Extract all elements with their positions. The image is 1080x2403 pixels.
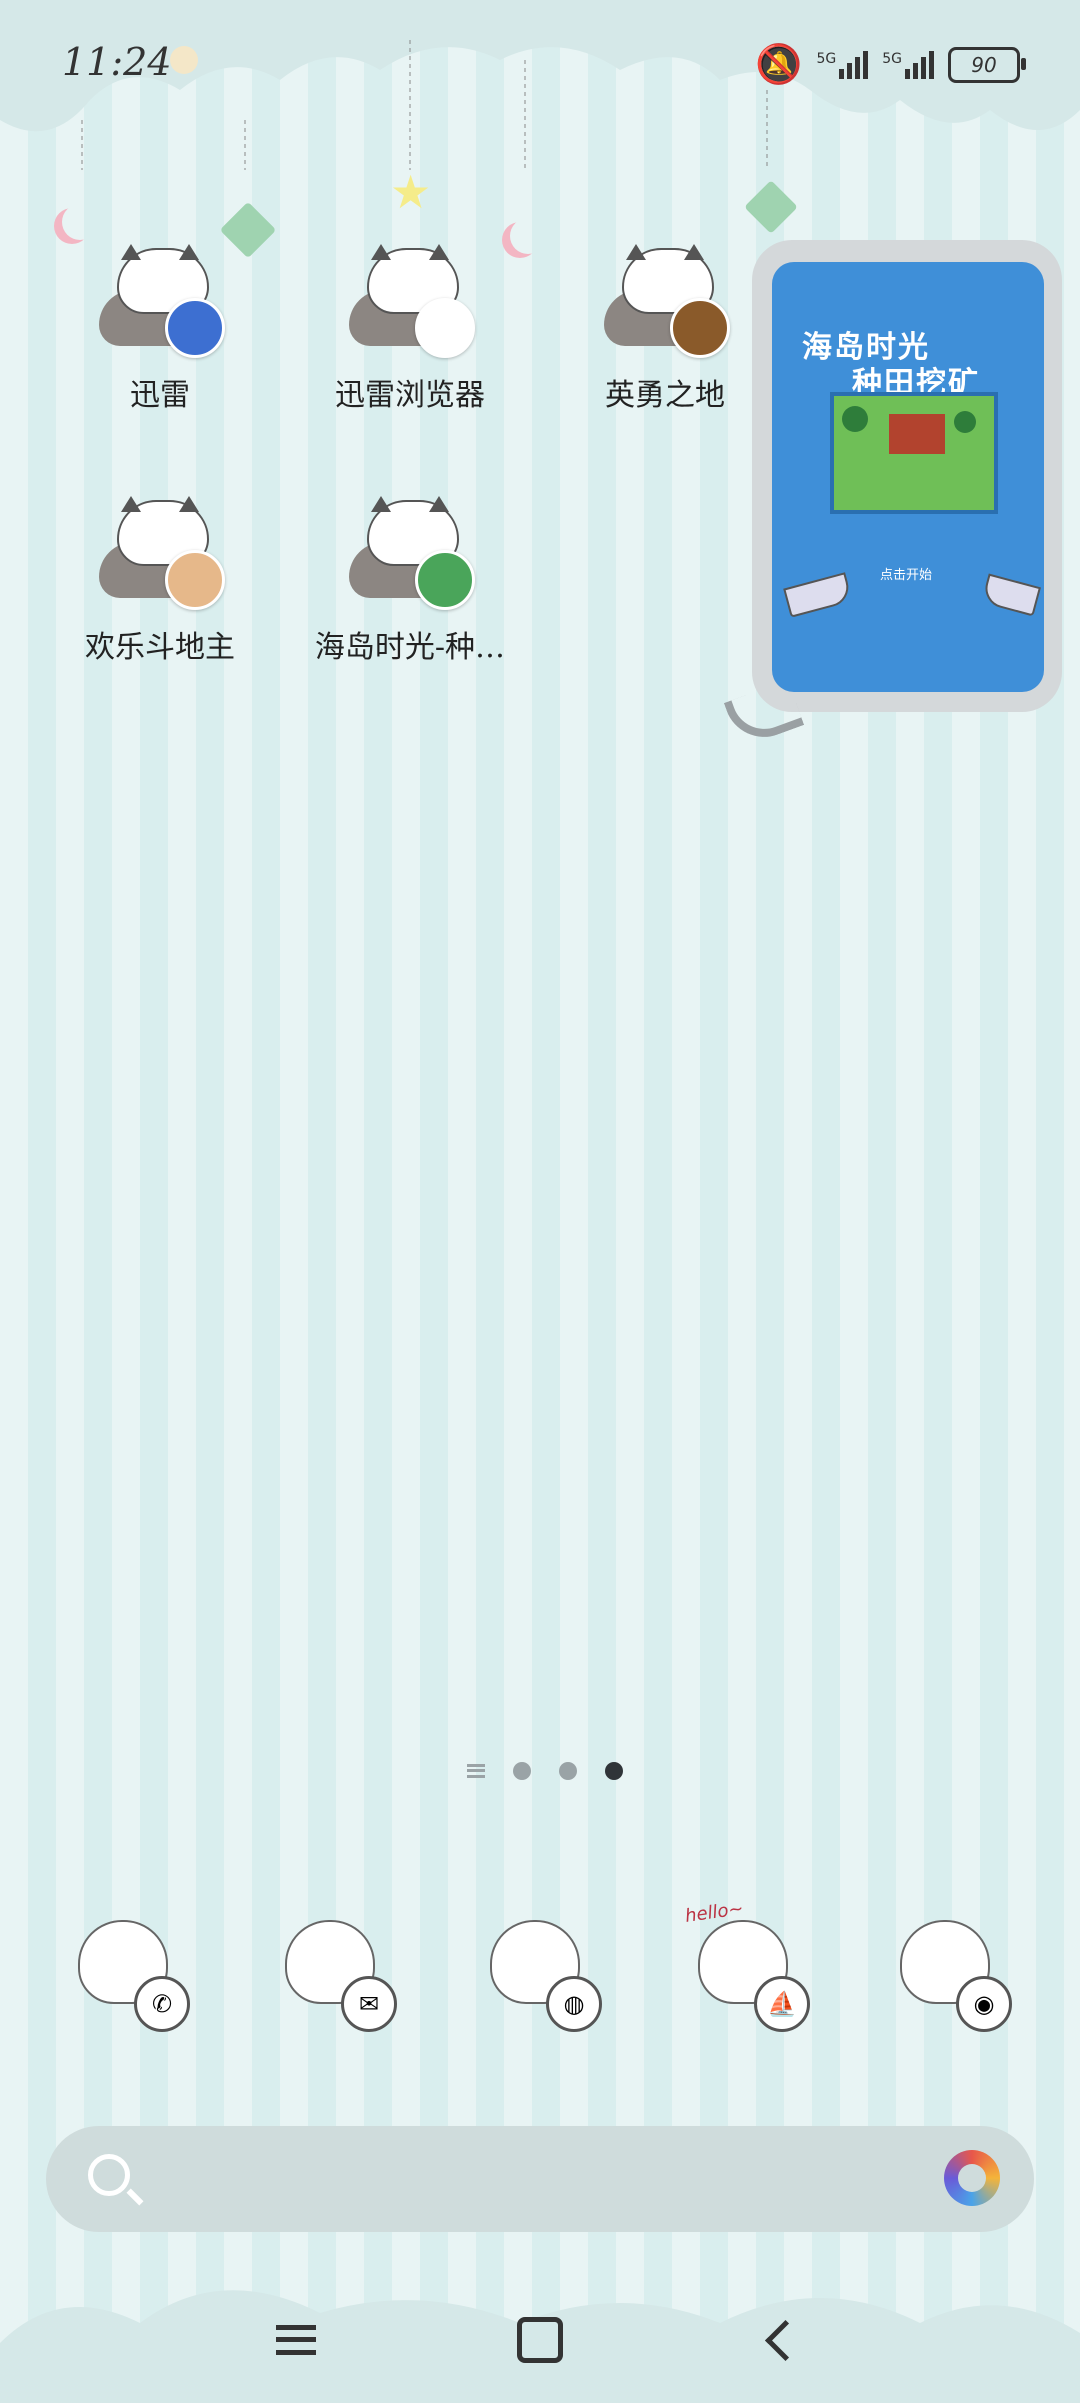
app-label: 迅雷浏览器 [335, 378, 485, 413]
messages-dock-button[interactable]: ✉ [265, 1900, 405, 2040]
boat-icon [981, 573, 1041, 617]
camera-dock-button[interactable]: ◉ [880, 1900, 1020, 2040]
app-icon[interactable]: 英勇之地 [555, 240, 775, 414]
star-ornament: ★ [390, 165, 432, 219]
island-map-image [830, 392, 998, 514]
page-indicator[interactable] [0, 1762, 1080, 1780]
app-icon[interactable]: 欢乐斗地主 [50, 492, 270, 666]
page-dot[interactable] [513, 1762, 531, 1780]
widget-card[interactable]: 海岛时光 种田挖矿 点击开始 [772, 262, 1044, 692]
cat-icon-frame[interactable] [600, 240, 730, 360]
moon-ornament [62, 204, 98, 240]
app-label: 英勇之地 [605, 378, 725, 413]
doudizhu-face-icon [165, 550, 225, 610]
warrior-helmet-icon [670, 298, 730, 358]
square-icon [517, 2317, 563, 2363]
app-store-icon: ⛵ [754, 1976, 810, 2032]
app-label: 迅雷 [130, 378, 190, 413]
cat-icon-frame[interactable] [345, 492, 475, 612]
status-bar: 11:24 🔕 5G 5G 90 [0, 40, 1080, 90]
back-chevron-icon [764, 2319, 806, 2361]
cat-icon-frame[interactable] [95, 492, 225, 612]
search-icon[interactable] [88, 2154, 130, 2196]
cat-icon-frame[interactable] [345, 240, 475, 360]
clock: 11:24 [62, 40, 172, 84]
page-dot[interactable] [559, 1762, 577, 1780]
island-game-icon [415, 550, 475, 610]
messages-icon: ✉ [341, 1976, 397, 2032]
phone-icon: ✆ [134, 1976, 190, 2032]
app-icon[interactable]: 海岛时光-种… [300, 492, 520, 666]
app-label: 海岛时光-种… [314, 630, 506, 665]
xunlei-browser-icon [415, 298, 475, 358]
app-icon[interactable]: 迅雷浏览器 [300, 240, 520, 414]
browser-icon: ◍ [546, 1976, 602, 2032]
signal-icon: 5G [882, 50, 934, 79]
search-bar[interactable] [46, 2126, 1034, 2232]
menu-lines-icon[interactable] [467, 1764, 485, 1778]
camera-icon: ◉ [956, 1976, 1012, 2032]
app-icon[interactable]: 迅雷 [50, 240, 270, 414]
xunlei-bird-icon [165, 298, 225, 358]
status-icons: 🔕 5G 5G 90 [755, 42, 1026, 87]
navigation-bar [0, 2300, 1080, 2380]
leaf-ornament [744, 180, 798, 234]
app-label: 欢乐斗地主 [85, 630, 235, 665]
battery-icon: 90 [948, 46, 1026, 83]
recent-apps-button[interactable] [256, 2300, 336, 2380]
mute-bell-icon: 🔕 [755, 42, 803, 86]
back-button[interactable] [745, 2300, 825, 2380]
cat-icon-frame[interactable] [95, 240, 225, 360]
boat-icon [783, 572, 853, 618]
phone-dock-button[interactable]: ✆ [58, 1900, 198, 2040]
page-dot-active[interactable] [605, 1762, 623, 1780]
cat-status-icon [170, 46, 198, 74]
signal-icon: 5G [816, 50, 869, 79]
menu-icon [276, 2325, 316, 2355]
browser-dock-button[interactable]: ◍ [470, 1900, 610, 2040]
island-game-widget[interactable]: 海岛时光 种田挖矿 点击开始 [752, 240, 1062, 712]
home-button[interactable] [500, 2300, 580, 2380]
widget-start-text: 点击开始 [880, 568, 933, 583]
